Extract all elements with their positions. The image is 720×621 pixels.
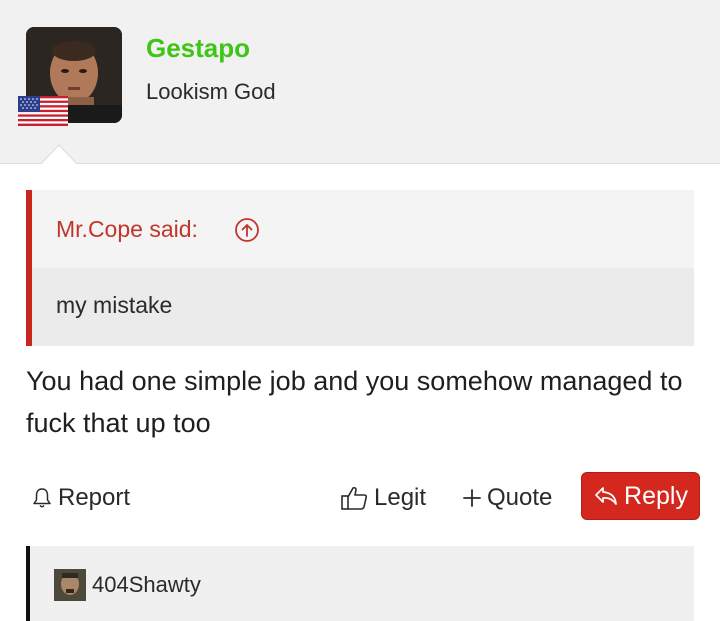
legit-button[interactable]: Legit <box>340 476 426 520</box>
post-author-name[interactable]: Gestapo <box>146 33 250 64</box>
report-button[interactable]: Report <box>30 476 130 520</box>
legit-label: Legit <box>374 484 427 511</box>
arrow-up-circle-icon[interactable] <box>234 217 260 243</box>
reply-button[interactable]: Reply <box>581 472 700 520</box>
quote-label: Quote <box>487 484 553 511</box>
plus-icon <box>463 489 481 507</box>
thumbs-up-icon <box>341 486 368 510</box>
next-quote-block: 404Shawty <box>26 546 694 621</box>
quote-author[interactable]: Mr.Cope said: <box>56 216 198 243</box>
quote-button[interactable]: Quote <box>461 476 552 520</box>
post-message: You had one simple job and you somehow m… <box>26 366 683 438</box>
next-quote-user[interactable]: 404Shawty <box>92 572 201 598</box>
quote-header: Mr.Cope said: <box>32 190 694 268</box>
quote-text: my mistake <box>56 292 173 318</box>
post-user-header: Gestapo Lookism God <box>0 0 720 164</box>
quote-body: my mistake <box>32 268 694 346</box>
us-flag-icon <box>18 96 68 126</box>
post-author-title: Lookism God <box>146 79 276 104</box>
mini-avatar[interactable] <box>54 569 86 601</box>
reply-label: Reply <box>624 481 688 510</box>
reply-arrow-icon <box>595 487 617 505</box>
quote-block: Mr.Cope said: my mistake <box>26 190 694 346</box>
bell-icon <box>33 488 51 508</box>
report-label: Report <box>58 484 131 511</box>
